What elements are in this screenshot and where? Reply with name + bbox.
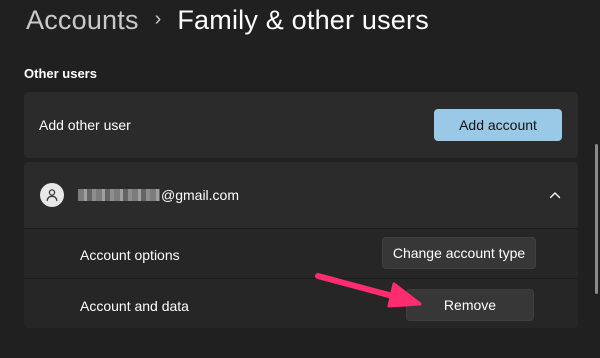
scrollbar[interactable] — [595, 144, 598, 294]
add-other-user-label: Add other user — [39, 117, 131, 133]
divider — [24, 228, 578, 229]
person-icon — [40, 183, 64, 207]
user-account-header[interactable]: @gmail.com — [24, 162, 578, 228]
email-domain: @gmail.com — [161, 187, 240, 203]
change-account-type-button[interactable]: Change account type — [382, 237, 536, 269]
user-email: @gmail.com — [78, 187, 239, 203]
chevron-up-icon[interactable] — [548, 188, 562, 202]
breadcrumb: Accounts › Family & other users — [26, 2, 429, 38]
breadcrumb-separator: › — [154, 7, 162, 30]
user-account-card: @gmail.com Account options Change accoun… — [24, 162, 578, 328]
add-account-button[interactable]: Add account — [434, 109, 562, 141]
email-redacted-block — [78, 189, 160, 201]
add-other-user-card: Add other user Add account — [24, 92, 578, 158]
breadcrumb-accounts[interactable]: Accounts — [26, 5, 139, 36]
divider — [24, 278, 578, 279]
section-title-other-users: Other users — [24, 66, 97, 81]
remove-button[interactable]: Remove — [406, 289, 534, 321]
settings-page: Accounts › Family & other users Other us… — [0, 0, 600, 358]
account-options-label: Account options — [80, 247, 180, 263]
page-title: Family & other users — [177, 4, 429, 35]
account-and-data-label: Account and data — [80, 298, 189, 314]
